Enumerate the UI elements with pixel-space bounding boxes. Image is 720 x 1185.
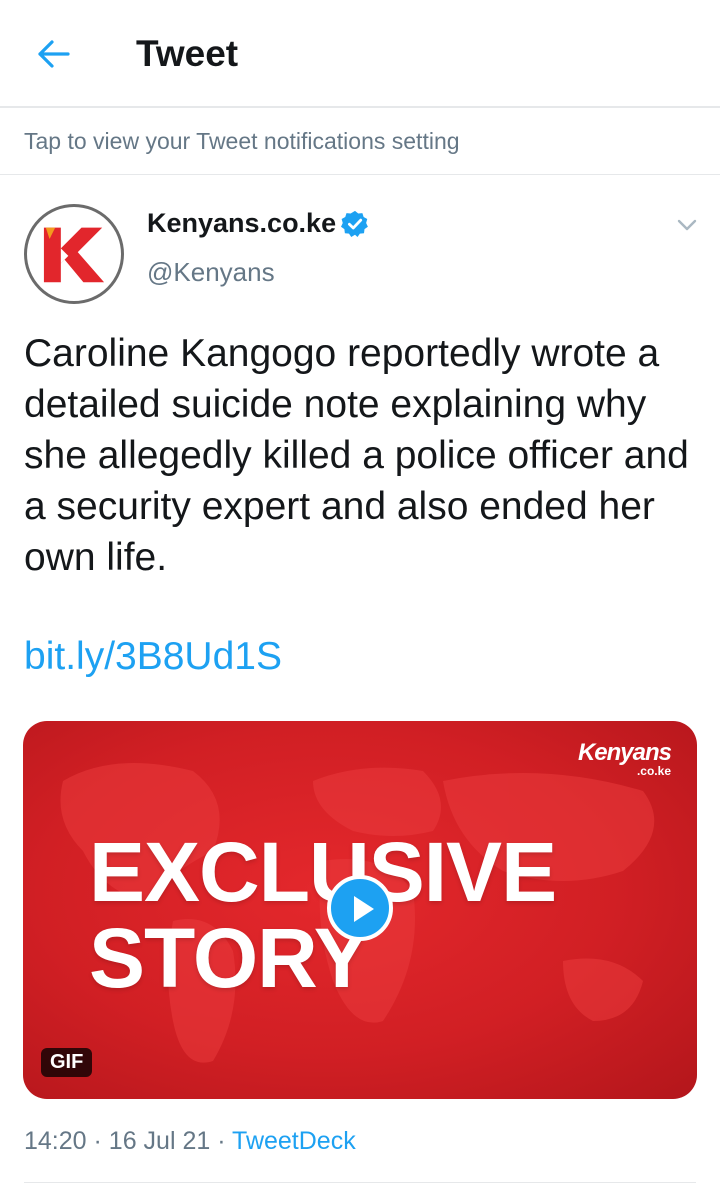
tweet-metadata: 14:20 · 16 Jul 21 · TweetDeck (24, 1127, 356, 1156)
author-name[interactable]: Kenyans.co.ke (147, 208, 336, 239)
media-headline-line1: EXCLUSIVE (89, 825, 557, 919)
media-headline: EXCLUSIVE STORY (89, 825, 557, 1005)
media-brand-logo: Kenyans .co.ke (577, 739, 672, 778)
page-title: Tweet (136, 33, 239, 74)
notification-settings-banner[interactable]: Tap to view your Tweet notifications set… (0, 108, 720, 175)
back-arrow-icon[interactable] (34, 34, 74, 74)
top-app-bar: Tweet (0, 0, 720, 108)
author-handle[interactable]: @Kenyans (147, 257, 275, 288)
media-brand-line1: Kenyans (577, 739, 672, 766)
play-icon (354, 896, 374, 922)
tweet-link[interactable]: bit.ly/3B8Ud1S (24, 635, 282, 679)
tweet-media-gif[interactable]: Kenyans .co.ke EXCLUSIVE STORY GIF (23, 721, 697, 1099)
gif-badge: GIF (41, 1048, 93, 1077)
tweet-date: 16 Jul 21 (108, 1127, 211, 1155)
play-button[interactable] (327, 875, 393, 941)
media-headline-line2: STORY (89, 911, 370, 1005)
avatar[interactable] (24, 204, 124, 304)
divider (24, 1182, 696, 1183)
kenyans-logo-icon (29, 209, 119, 299)
notification-settings-text: Tap to view your Tweet notifications set… (24, 128, 460, 154)
tweet-text: Caroline Kangogo reportedly wrote a deta… (24, 332, 689, 579)
meta-separator: · (93, 1127, 102, 1155)
tweet-time: 14:20 (24, 1127, 87, 1155)
media-brand-line2: .co.ke (636, 764, 671, 778)
chevron-down-icon[interactable] (674, 214, 700, 236)
verified-badge-icon (340, 209, 370, 239)
tweet-source[interactable]: TweetDeck (232, 1127, 356, 1155)
meta-separator: · (217, 1127, 226, 1155)
